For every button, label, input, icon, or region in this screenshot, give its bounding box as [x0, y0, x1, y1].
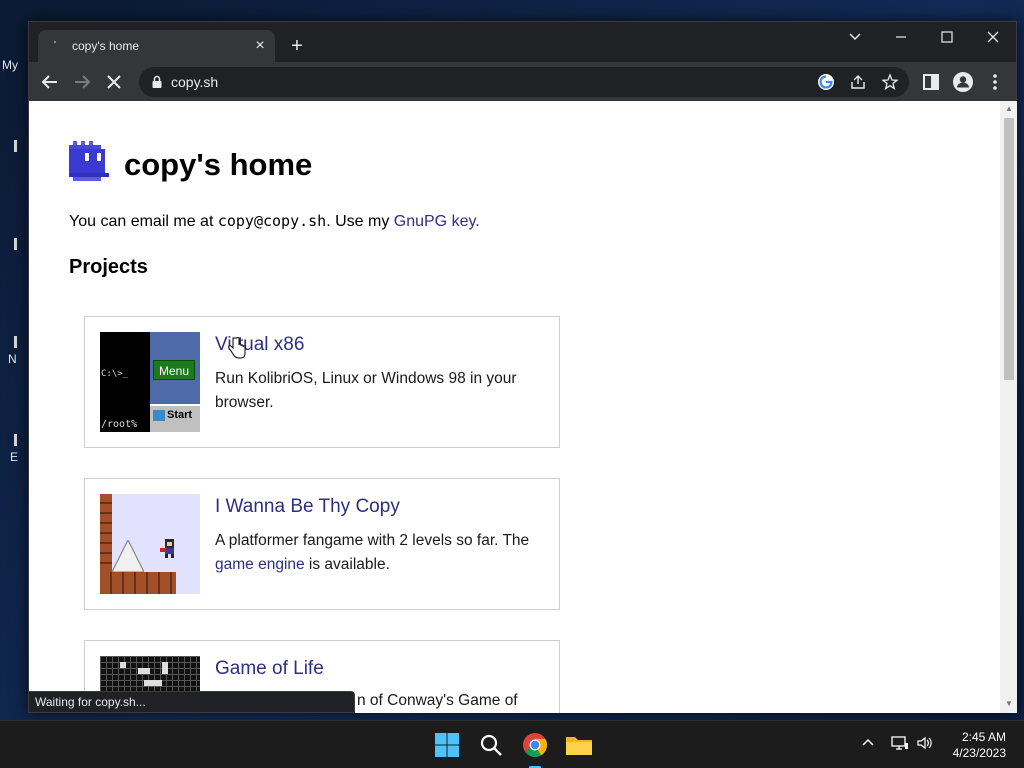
- description-text: is available.: [304, 556, 390, 573]
- network-button[interactable]: [891, 735, 909, 754]
- windows-logo-icon: [435, 733, 459, 757]
- email-address: copy@copy.sh: [217, 212, 327, 230]
- contact-line: You can email me at copy@copy.sh. Use my…: [69, 212, 480, 231]
- lock-icon: [152, 75, 162, 88]
- address-bar[interactable]: copy.sh: [139, 67, 909, 97]
- spike-icon: [112, 540, 144, 572]
- desktop-icon[interactable]: [14, 238, 17, 250]
- google-lens-icon[interactable]: [817, 73, 835, 91]
- volume-button[interactable]: [916, 735, 934, 754]
- side-panel-button[interactable]: [919, 70, 943, 94]
- scrollbar-thumb[interactable]: [1004, 118, 1014, 380]
- vertical-scrollbar[interactable]: ▲ ▼: [1000, 101, 1017, 713]
- maximize-icon: [941, 31, 953, 43]
- start-button[interactable]: [431, 729, 463, 761]
- scroll-up-icon[interactable]: ▲: [1004, 104, 1014, 114]
- contact-text: You can email me at: [69, 213, 218, 230]
- profile-icon: [953, 72, 973, 92]
- hand-cursor-icon: [228, 337, 246, 359]
- share-icon[interactable]: [849, 73, 867, 91]
- minimize-icon: [896, 36, 906, 38]
- search-icon: [480, 734, 502, 756]
- arrow-right-icon: [75, 75, 91, 89]
- page-title: copy's home: [124, 147, 313, 182]
- game-thumbnail[interactable]: [100, 494, 200, 594]
- search-button[interactable]: [475, 729, 507, 761]
- url-text[interactable]: copy.sh: [171, 74, 218, 90]
- tab-active[interactable]: copy's home ×: [38, 30, 275, 62]
- thumb-start-text: Start: [167, 409, 193, 421]
- page-viewport[interactable]: copy's home You can email me at copy@cop…: [29, 101, 1000, 713]
- taskbar: 2:45 AM 4/23/2023: [0, 720, 1024, 768]
- file-explorer-button[interactable]: [563, 729, 595, 761]
- desktop-icon-label[interactable]: E: [10, 450, 18, 464]
- new-tab-button[interactable]: +: [286, 35, 308, 57]
- show-hidden-icons-button[interactable]: [860, 735, 876, 754]
- project-card-i-wanna-be-thy-copy[interactable]: I Wanna Be Thy Copy A platformer fangame…: [84, 478, 560, 610]
- clock-time: 2:45 AM: [961, 730, 1006, 744]
- gnupg-key-link[interactable]: GnuPG key: [394, 213, 476, 230]
- maximize-button[interactable]: [932, 26, 962, 48]
- tab-search-button[interactable]: [840, 26, 870, 48]
- volume-icon: [917, 736, 932, 750]
- bookmark-star-icon[interactable]: [881, 73, 899, 91]
- chrome-taskbar-button[interactable]: [519, 729, 551, 768]
- status-bubble: Waiting for copy.sh...: [28, 691, 355, 713]
- description-text: A platformer fangame with 2 levels so fa…: [215, 532, 530, 549]
- clock[interactable]: 2:45 AM 4/23/2023: [953, 729, 1006, 761]
- project-title-link[interactable]: Game of Life: [215, 658, 324, 680]
- close-icon: [987, 31, 999, 43]
- project-description: n of Conway's Game of: [357, 692, 518, 709]
- chevron-up-icon: [862, 738, 874, 746]
- arrow-left-icon: [41, 75, 57, 89]
- loading-favicon-icon: [54, 41, 56, 43]
- virtual-x86-thumbnail[interactable]: C:\>_ /root% Menu Start: [100, 332, 200, 432]
- title-bar[interactable]: copy's home × +: [29, 22, 1016, 62]
- thumb-prompt-text: C:\>_: [101, 369, 129, 379]
- clock-date: 4/23/2023: [952, 746, 1006, 760]
- more-vert-icon: [993, 74, 997, 90]
- contact-text: . Use my: [326, 213, 394, 230]
- desktop-icon-label[interactable]: N: [8, 352, 17, 366]
- browser-toolbar: copy.sh: [29, 62, 1016, 101]
- project-card-virtual-x86[interactable]: C:\>_ /root% Menu Start Virtual x86 Run …: [84, 316, 560, 448]
- forward-button[interactable]: [70, 70, 94, 94]
- project-description: Run KolibriOS, Linux or Windows 98 in yo…: [215, 370, 517, 411]
- player-sprite-icon: [160, 539, 174, 558]
- close-icon: [107, 75, 121, 89]
- thumb-menu-text: Menu: [153, 360, 195, 380]
- projects-heading: Projects: [69, 256, 148, 278]
- project-description: A platformer fangame with 2 levels so fa…: [215, 529, 545, 577]
- tab-close-icon[interactable]: ×: [251, 37, 269, 55]
- network-icon: [891, 736, 908, 750]
- minimize-button[interactable]: [886, 26, 916, 48]
- desktop-icon[interactable]: [14, 434, 17, 446]
- game-engine-link[interactable]: game engine: [215, 556, 305, 573]
- chevron-down-icon: [849, 33, 861, 41]
- scroll-down-icon[interactable]: ▼: [1004, 699, 1014, 709]
- contact-text: .: [475, 213, 480, 230]
- desktop-icon[interactable]: [14, 140, 17, 152]
- close-window-button[interactable]: [978, 26, 1008, 48]
- side-panel-icon: [923, 74, 939, 90]
- profile-button[interactable]: [951, 70, 975, 94]
- desktop-icon-label[interactable]: My: [2, 58, 18, 72]
- tab-title: copy's home: [72, 39, 139, 53]
- desktop-icon[interactable]: [14, 336, 17, 348]
- chrome-icon: [523, 733, 548, 758]
- folder-icon: [566, 737, 592, 755]
- browser-window: copy's home × + copy.sh copy's home You …: [28, 21, 1017, 713]
- site-logo-icon: [69, 141, 109, 181]
- menu-button[interactable]: [983, 70, 1007, 94]
- project-title-link[interactable]: I Wanna Be Thy Copy: [215, 496, 400, 518]
- thumb-root-text: /root%: [101, 419, 138, 430]
- stop-loading-button[interactable]: [102, 70, 126, 94]
- back-button[interactable]: [38, 70, 62, 94]
